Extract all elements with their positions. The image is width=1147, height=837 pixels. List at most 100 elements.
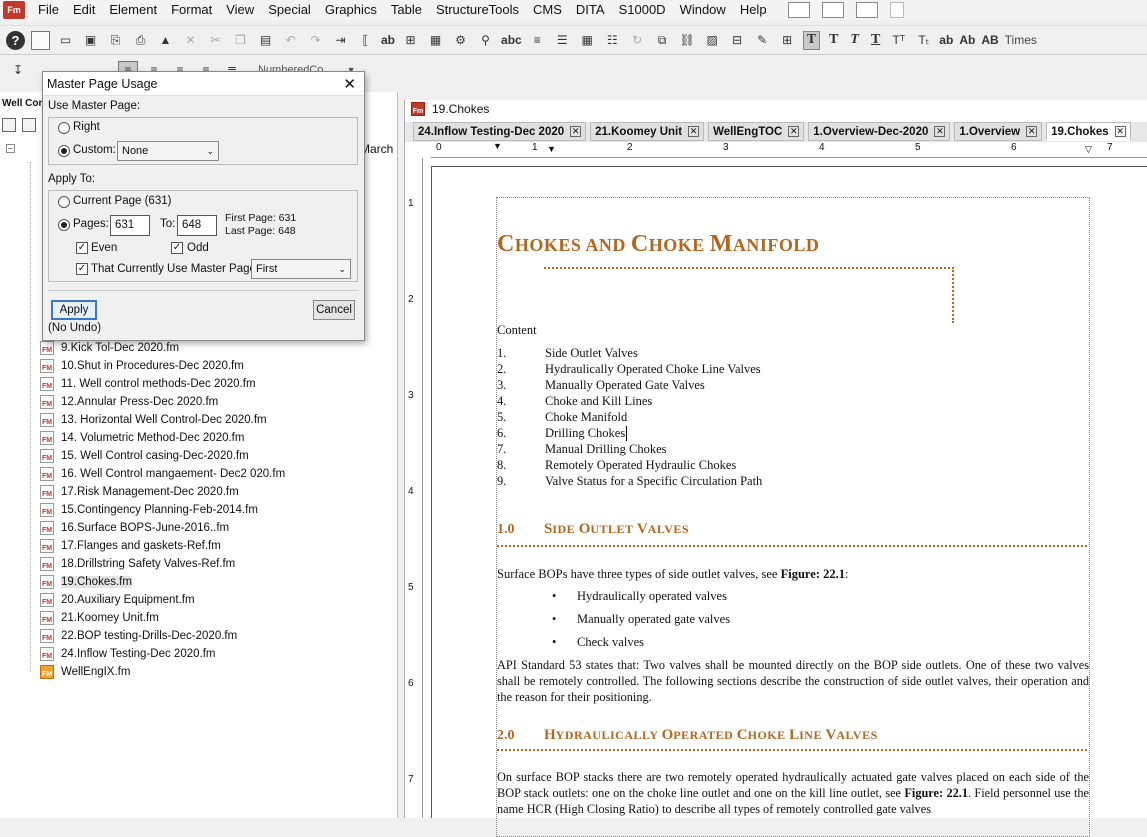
list-item[interactable]: FM 12.Annular Press-Dec 2020.fm [40,393,285,411]
close-icon[interactable]: ✕ [934,126,946,137]
structure-icon[interactable]: ⊟ [728,31,747,50]
menu-graphics[interactable]: Graphics [318,1,384,19]
indent-icon[interactable]: ↧ [8,61,28,79]
indent-marker-icon[interactable]: ▼ [493,141,502,151]
menu-dita[interactable]: DITA [569,1,612,19]
list-item[interactable]: FM 21.Koomey Unit.fm [40,609,285,627]
uppercase-button[interactable]: AB [981,31,998,50]
help-icon[interactable]: ? [6,30,25,50]
edit-icon[interactable]: ✎ [753,31,772,50]
custom-master-select[interactable]: None ⌄ [117,141,219,161]
paste-icon[interactable]: ▤ [256,31,275,50]
redo-icon[interactable]: ↷ [306,31,325,50]
custom-radio[interactable] [58,145,70,157]
current-master-select[interactable]: First ⌄ [251,259,351,279]
save-as-pdf-icon[interactable]: ⎘ [106,31,125,50]
structure-view-icon[interactable] [889,2,904,18]
lowercase-button[interactable]: ab [939,31,953,50]
delete-icon[interactable]: ✕ [181,31,200,50]
menu-window[interactable]: Window [673,1,733,19]
anchored-frame-icon[interactable]: ⊞ [401,31,420,50]
menu-s1000d[interactable]: S1000D [612,1,673,19]
grid-layout-icon[interactable] [821,2,844,18]
horizontal-ruler[interactable]: 0 1 2 3 4 5 6 7 ▼ ▼ ▽ [431,141,1147,158]
open-folder-icon[interactable]: ▭ [56,31,75,50]
conditional-icon[interactable]: ⊞ [778,31,797,50]
tab-chokes[interactable]: 19.Chokes ✕ [1046,122,1131,141]
menu-edit[interactable]: Edit [66,1,102,19]
menu-file[interactable]: File [31,1,66,19]
close-icon[interactable]: ✕ [788,126,800,137]
close-icon[interactable]: ✕ [1026,126,1038,137]
vertical-ruler[interactable]: 1 2 3 4 5 6 7 [405,158,423,818]
font-family-field[interactable]: Times [1005,33,1037,47]
menu-element[interactable]: Element [102,1,164,19]
menu-format[interactable]: Format [164,1,219,19]
even-checkbox[interactable]: ✓ [76,242,88,254]
list-icon[interactable]: ☷ [603,31,622,50]
menu-view[interactable]: View [219,1,261,19]
menu-cms[interactable]: CMS [526,1,569,19]
tab-overview-dec[interactable]: 1.Overview-Dec-2020 ✕ [808,122,951,141]
superscript-icon[interactable]: Tᵀ [889,31,908,50]
right-radio[interactable] [58,122,70,134]
close-icon[interactable]: ✕ [1114,126,1126,137]
currently-use-checkbox[interactable]: ✓ [76,263,88,275]
list-item[interactable]: FM 11. Well control methods-Dec 2020.fm [40,375,285,393]
list-item[interactable]: FM 16.Surface BOPS-June-2016..fm [40,519,285,537]
titlecase-button[interactable]: Ab [959,31,975,50]
italic-button[interactable]: T [847,31,862,50]
spell-ab-icon[interactable]: ab [381,31,395,50]
list-item[interactable]: FM 17.Risk Management-Dec 2020.fm [40,483,285,501]
refresh-icon[interactable]: ↻ [628,31,647,50]
panel-layout-icon[interactable] [787,2,810,18]
table-icon[interactable]: ▦ [426,31,445,50]
bold-button[interactable]: T [826,31,841,50]
list-item[interactable]: FM 18.Drillstring Safety Valves-Ref.fm [40,555,285,573]
add-folder-icon[interactable] [22,118,36,132]
document-page[interactable]: CHOKES AND CHOKE MANIFOLD Content 1. Side… [431,166,1147,837]
menu-help[interactable]: Help [733,1,774,19]
find-icon[interactable]: ⚲ [476,31,495,50]
tab-koomey-unit[interactable]: 21.Koomey Unit ✕ [590,122,705,141]
list-item[interactable]: FM 15.Contingency Planning-Feb-2014.fm [40,501,285,519]
list-item[interactable]: FM 17.Flanges and gaskets-Ref.fm [40,537,285,555]
tab-stop-icon[interactable]: ▼ [547,144,556,154]
lock-icon[interactable]: ▲ [156,31,175,50]
pages-radio[interactable] [58,219,70,231]
tree-root[interactable]: − [6,144,15,153]
menu-special[interactable]: Special [261,1,318,19]
menu-table[interactable]: Table [384,1,429,19]
fit-window-icon[interactable] [855,2,878,18]
import-icon[interactable]: ⇥ [331,31,350,50]
graphic-icon[interactable]: ▨ [703,31,722,50]
list-item[interactable]: FM 9.Kick Tol-Dec 2020.fm [40,339,285,357]
list-item[interactable]: FM 20.Auxiliary Equipment.fm [40,591,285,609]
cancel-button[interactable]: Cancel [313,300,355,320]
current-page-radio[interactable] [58,196,70,208]
odd-checkbox[interactable]: ✓ [171,242,183,254]
list-item[interactable]: FM 22.BOP testing-Drills-Dec-2020.fm [40,627,285,645]
list-item[interactable]: FM 24.Inflow Testing-Dec 2020.fm [40,645,285,663]
save-icon[interactable]: ▣ [81,31,100,50]
add-file-icon[interactable] [2,118,16,132]
tab-overview[interactable]: 1.Overview ✕ [954,122,1043,141]
variable-icon[interactable]: ⚙ [451,31,470,50]
list-item[interactable]: FM 15. Well Control casing-Dec-2020.fm [40,447,285,465]
align-center-icon[interactable]: ≡ [528,31,547,50]
list-item[interactable]: FM 16. Well Control mangaement- Dec2 020.… [40,465,285,483]
apply-button[interactable]: Apply [51,300,97,320]
insert-ref-icon[interactable]: ⟦ [356,31,375,50]
tab-inflow-testing[interactable]: 24.Inflow Testing-Dec 2020 ✕ [413,122,587,141]
menu-structuretools[interactable]: StructureTools [429,1,526,19]
tab-wellengtoc[interactable]: WellEngTOC ✕ [708,122,805,141]
list-item[interactable]: FM WellEngIX.fm [40,663,285,681]
paragraph-icon[interactable]: ☰ [553,31,572,50]
hypertext-icon[interactable]: ⧉ [653,31,672,50]
plain-text-button[interactable]: T [802,30,821,50]
print-icon[interactable]: ⎙ [131,31,150,50]
table-grid-icon[interactable]: ▦ [578,31,597,50]
list-item[interactable]: FM 14. Volumetric Method-Dec 2020.fm [40,429,285,447]
undo-icon[interactable]: ↶ [281,31,300,50]
pages-from-input[interactable]: 631 [110,215,150,236]
